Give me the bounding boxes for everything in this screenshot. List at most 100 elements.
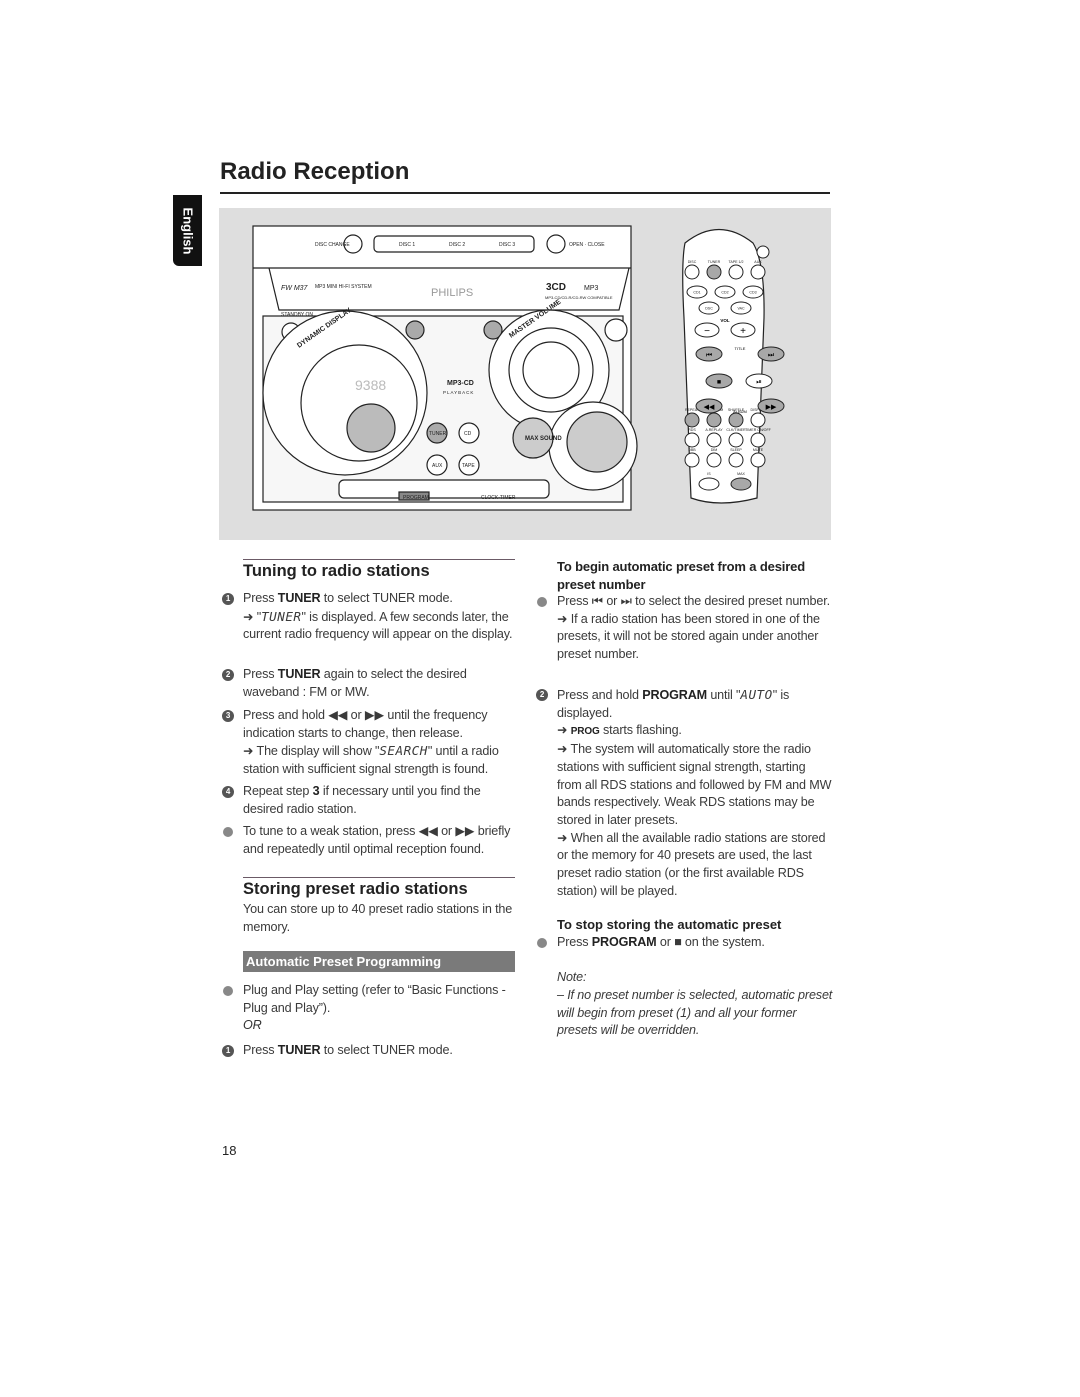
- text-segment: PROGRAM: [642, 688, 707, 702]
- heading-stop-preset: To stop storing the automatic preset: [557, 917, 782, 932]
- max-sound-label: MAX SOUND: [525, 436, 562, 442]
- remote-button: [684, 432, 700, 448]
- step-item: 2 Press TUNER again to select the desired…: [222, 666, 519, 701]
- remote-button-label: AUX: [754, 260, 762, 264]
- aux-label: AUX: [432, 463, 443, 469]
- tape-label: TAPE: [462, 463, 475, 469]
- remote-button-label: TUNER: [708, 260, 721, 264]
- standby-label: STANDBY ON: [281, 312, 313, 318]
- text-segment: Repeat step: [243, 784, 313, 798]
- bullet-item: Press ⏮ or ⏭ to select the desired prese…: [537, 593, 833, 664]
- section-rule: [243, 877, 515, 878]
- remote-button-label: DSC: [705, 307, 713, 311]
- step-number: 3: [222, 710, 234, 722]
- remote-button: [750, 432, 766, 448]
- clock-timer-label: CLOCK·TIMER: [481, 495, 516, 501]
- remote-button: [728, 452, 744, 468]
- remote-button: [684, 412, 700, 428]
- transport-icon: ⏭: [768, 352, 775, 359]
- remote-button-label: TIMER ON/OFF: [745, 428, 772, 432]
- transport-icon: ■: [717, 379, 721, 386]
- language-label: English: [180, 207, 195, 254]
- step-item: 1 Press TUNER to select TUNER mode.: [222, 1042, 453, 1060]
- mp3-logo: MP3: [584, 285, 599, 292]
- remote-button-label: CD3: [749, 291, 756, 295]
- page-number: 18: [222, 1143, 237, 1158]
- remote-button-label: SLEEP: [730, 448, 742, 452]
- step-number: 2: [222, 669, 234, 681]
- section-heading-storing: Storing preset radio stations: [243, 880, 468, 898]
- text-segment: Plug and Play setting (refer to “Basic F…: [243, 983, 506, 1015]
- text-segment: AUTO: [740, 687, 773, 702]
- text-segment: Press ⏮ or ⏭ to select the desired prese…: [557, 594, 830, 608]
- transport-icon: ⏯: [756, 379, 762, 386]
- text-segment: SEARCH: [379, 743, 428, 759]
- text-segment: or ■ on the system.: [656, 935, 765, 949]
- remote-button: [684, 452, 700, 468]
- text-segment: ➜ If a radio station has been stored in …: [557, 611, 820, 662]
- remote-button: [750, 412, 766, 428]
- remote-button-label: CD1: [693, 291, 700, 295]
- text-segment: OR: [243, 1018, 262, 1033]
- tuner-label: TUNER: [429, 431, 447, 437]
- title-rule: [220, 192, 830, 194]
- section-rule: [243, 559, 515, 560]
- note-text: – If no preset number is selected, autom…: [557, 988, 833, 1038]
- remote-button-label: TAPE 1/2: [728, 260, 743, 264]
- remote-button: [706, 264, 722, 280]
- text-segment: Press and hold: [557, 688, 643, 702]
- disc-3-label: DISC 3: [499, 242, 515, 248]
- text-segment: ➜ ": [243, 609, 262, 624]
- remote-button-label: CD2: [721, 291, 728, 295]
- volume-icon: −: [704, 326, 710, 337]
- transport-icon: ⏮: [706, 352, 712, 359]
- step-number: 1: [222, 593, 234, 605]
- page-title: Radio Reception: [220, 158, 410, 185]
- bullet-icon: [537, 597, 547, 607]
- bullet-icon: [223, 986, 233, 996]
- disc-change-label: DISC CHANGE: [315, 242, 350, 248]
- text-segment: Press: [557, 935, 592, 949]
- remote-button: [728, 432, 744, 448]
- model-label: FW M37: [281, 285, 309, 292]
- bullet-item: To tune to a weak station, press ◀◀ or ▶…: [223, 823, 519, 858]
- text-segment: To tune to a weak station, press ◀◀ or ▶…: [243, 824, 511, 856]
- model-desc: MP3 MINI HI-FI SYSTEM: [315, 284, 372, 290]
- product-illustration: DISC CHANGE DISC 1 DISC 2 DISC 3 OPEN · …: [219, 208, 831, 540]
- program-label: PROGRAM: [403, 495, 429, 501]
- remote-button: [728, 412, 744, 428]
- 3cd-logo: 3CD: [546, 282, 566, 293]
- title-label: TITLE: [735, 346, 746, 351]
- text-segment: Press: [243, 667, 278, 681]
- volume-icon: +: [740, 326, 746, 337]
- cd-label: CD: [464, 431, 472, 437]
- remote-button-label: IS: [707, 472, 711, 476]
- remote-button: [728, 264, 744, 280]
- section-heading-tuning: Tuning to radio stations: [243, 562, 430, 580]
- remote-button: [706, 412, 722, 428]
- text-segment: starts flashing.: [599, 723, 682, 738]
- album-label: ALBUM: [733, 409, 747, 414]
- text-segment: PROG: [570, 726, 600, 738]
- transport-icon: ▶▶: [766, 404, 777, 411]
- bullet-icon: [223, 827, 233, 837]
- remote-button: [750, 452, 766, 468]
- mp3cd-label: MP3-CD: [447, 380, 474, 387]
- text-segment: TUNER: [277, 591, 321, 605]
- text-segment: to select TUNER mode.: [320, 1043, 453, 1057]
- remote-button-label: CLK/TIMER: [726, 428, 746, 432]
- open-close-label: OPEN · CLOSE: [569, 242, 605, 248]
- disc-1-label: DISC 1: [399, 242, 415, 248]
- step-item: 4 Repeat step 3 if necessary until you fi…: [222, 783, 519, 818]
- language-tab: English: [173, 195, 202, 266]
- text-segment: until ": [706, 688, 741, 702]
- step-item: 2 Press and hold PROGRAM until "AUTO" is …: [536, 686, 833, 900]
- remote-button: [730, 477, 752, 491]
- remote-button-label: A.REPLAY: [705, 428, 723, 432]
- text-segment: to select TUNER mode.: [320, 591, 453, 605]
- remote-button-label: DBB: [688, 448, 696, 452]
- text-segment: ➜ When all the available radio stations …: [557, 830, 826, 898]
- bullet-item: Plug and Play setting (refer to “Basic F…: [223, 982, 519, 1035]
- note-label: Note:: [557, 970, 587, 984]
- text-segment: Press: [243, 591, 278, 605]
